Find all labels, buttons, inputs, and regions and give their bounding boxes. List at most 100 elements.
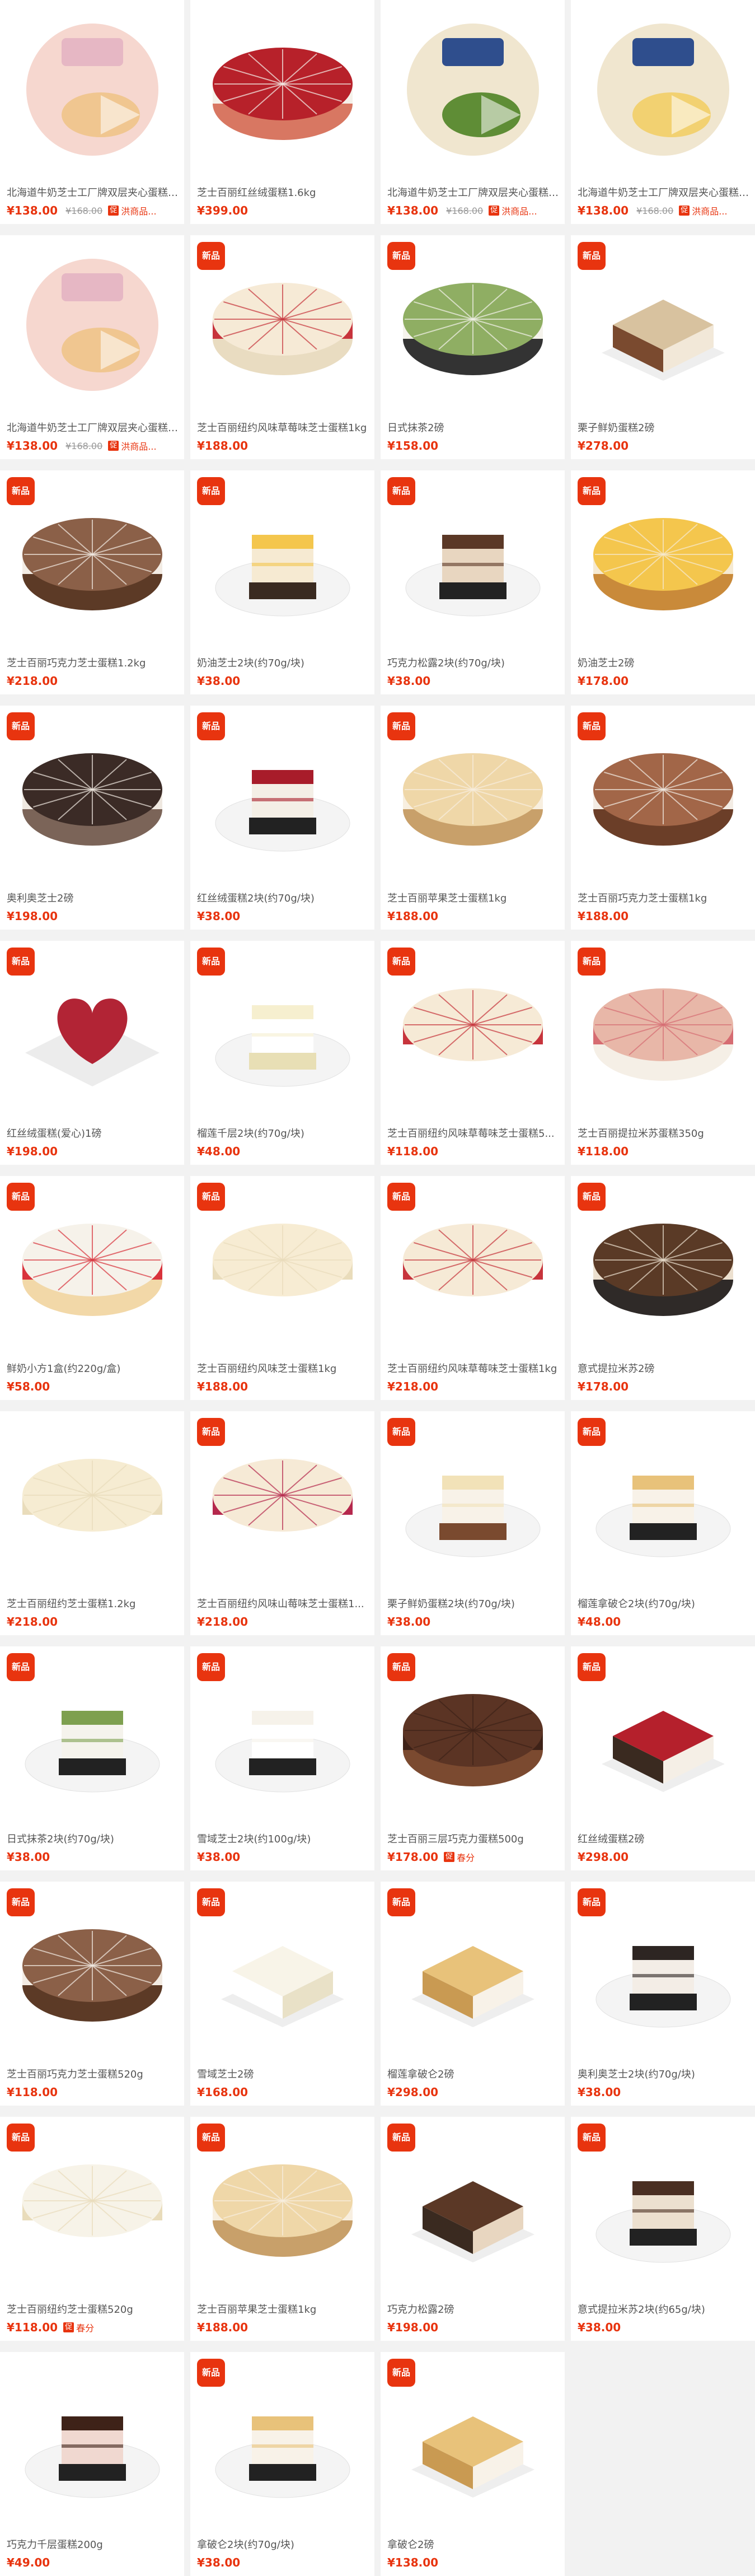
product-card[interactable]: 新品 芝士百丽纽约风味草莓味芝士蛋糕5... ¥118.00 xyxy=(381,941,565,1165)
product-title[interactable]: 雪域芝士2块(约100g/块) xyxy=(197,1831,369,1846)
product-title[interactable]: 雪域芝士2磅 xyxy=(197,2066,369,2081)
new-badge: 新品 xyxy=(578,477,606,505)
product-card[interactable]: 新品 榴莲千层2块(约70g/块) ¥48.00 xyxy=(190,941,374,1165)
product-title[interactable]: 芝士百丽纽约风味草莓味芝士蛋糕1kg xyxy=(387,1361,559,1375)
product-card[interactable]: 新品 巧克力松露2块(约70g/块) ¥38.00 xyxy=(381,470,565,694)
product-image[interactable] xyxy=(190,0,374,179)
product-card[interactable]: 新品 日式抹茶2磅 ¥158.00 xyxy=(381,235,565,459)
product-card[interactable]: 北海道牛奶芝士工厂牌双层夹心蛋糕1kg ¥138.00 ¥168.00 促洪商品... xyxy=(571,0,755,224)
product-title[interactable]: 日式抹茶2块(约70g/块) xyxy=(7,1831,179,1846)
product-title[interactable]: 拿破仑2磅 xyxy=(387,2537,559,2551)
product-card[interactable]: 新品 意式提拉米苏2磅 ¥178.00 xyxy=(571,1176,755,1400)
product-title[interactable]: 奥利奥芝士2磅 xyxy=(7,890,179,905)
product-image[interactable] xyxy=(0,1411,184,1590)
product-card[interactable]: 新品 榴莲拿破仑2块(约70g/块) ¥48.00 xyxy=(571,1411,755,1635)
promo-text: 洪商品... xyxy=(692,206,728,217)
product-card[interactable]: 新品 榴莲拿破仑2磅 ¥298.00 xyxy=(381,1882,565,2106)
product-title[interactable]: 意式提拉米苏2块(约65g/块) xyxy=(578,2302,749,2316)
product-card[interactable]: 新品 巧克力松露2磅 ¥198.00 xyxy=(381,2117,565,2341)
product-title[interactable]: 红丝绒蛋糕2磅 xyxy=(578,1831,749,1846)
product-card[interactable]: 北海道牛奶芝士工厂牌双层夹心蛋糕1kg ¥138.00 ¥168.00 促洪商品... xyxy=(0,0,184,224)
product-title[interactable]: 芝士百丽巧克力芝士蛋糕520g xyxy=(7,2066,179,2081)
new-badge: 新品 xyxy=(387,242,415,270)
product-card[interactable]: 新品 芝士百丽三层巧克力蛋糕500g ¥178.00 促春分 xyxy=(381,1646,565,1870)
product-price: ¥38.00 xyxy=(387,674,431,688)
product-card[interactable]: 新品 拿破仑2块(约70g/块) ¥38.00 xyxy=(190,2352,374,2576)
product-title[interactable]: 奶油芝士2磅 xyxy=(578,655,749,670)
product-title[interactable]: 芝士百丽纽约风味山莓味芝士蛋糕1... xyxy=(197,1596,369,1611)
product-title[interactable]: 日式抹茶2磅 xyxy=(387,420,559,435)
product-card[interactable]: 芝士百丽红丝绒蛋糕1.6kg ¥399.00 xyxy=(190,0,374,224)
product-image[interactable] xyxy=(0,0,184,179)
product-card[interactable]: 北海道牛奶芝士工厂牌双层夹心蛋糕1kg ¥138.00 ¥168.00 促洪商品... xyxy=(0,235,184,459)
product-title[interactable]: 巧克力松露2磅 xyxy=(387,2302,559,2316)
product-title[interactable]: 榴莲拿破仑2磅 xyxy=(387,2066,559,2081)
product-card[interactable]: 新品 奶油芝士2块(约70g/块) ¥38.00 xyxy=(190,470,374,694)
product-title[interactable]: 巧克力松露2块(约70g/块) xyxy=(387,655,559,670)
product-card[interactable]: 新品 鲜奶小方1盒(约220g/盒) ¥58.00 xyxy=(0,1176,184,1400)
product-title[interactable]: 奥利奥芝士2块(约70g/块) xyxy=(578,2066,749,2081)
product-title[interactable]: 芝士百丽苹果芝士蛋糕1kg xyxy=(387,890,559,905)
product-card[interactable]: 新品 栗子鲜奶蛋糕2磅 ¥278.00 xyxy=(571,235,755,459)
product-title[interactable]: 鲜奶小方1盒(约220g/盒) xyxy=(7,1361,179,1375)
product-card[interactable]: 新品 芝士百丽纽约风味草莓味芝士蛋糕1kg ¥188.00 xyxy=(190,235,374,459)
product-card[interactable]: 新品 日式抹茶2块(约70g/块) ¥38.00 xyxy=(0,1646,184,1870)
product-title[interactable]: 栗子鲜奶蛋糕2块(约70g/块) xyxy=(387,1596,559,1611)
product-card[interactable]: 北海道牛奶芝士工厂牌双层夹心蛋糕1kg ¥138.00 ¥168.00 促洪商品... xyxy=(381,0,565,224)
product-title[interactable]: 芝士百丽红丝绒蛋糕1.6kg xyxy=(197,185,369,199)
product-card[interactable]: 巧克力千层蛋糕200g ¥49.00 xyxy=(0,2352,184,2576)
product-card[interactable]: 新品 芝士百丽巧克力芝士蛋糕1.2kg ¥218.00 xyxy=(0,470,184,694)
product-card[interactable]: 新品 芝士百丽巧克力芝士蛋糕520g ¥118.00 xyxy=(0,1882,184,2106)
product-title[interactable]: 巧克力千层蛋糕200g xyxy=(7,2537,179,2551)
product-card[interactable]: 新品 芝士百丽提拉米苏蛋糕350g ¥118.00 xyxy=(571,941,755,1165)
product-title[interactable]: 芝士百丽纽约芝士蛋糕1.2kg xyxy=(7,1596,179,1611)
product-card[interactable]: 芝士百丽纽约芝士蛋糕1.2kg ¥218.00 xyxy=(0,1411,184,1635)
product-title[interactable]: 北海道牛奶芝士工厂牌双层夹心蛋糕1kg xyxy=(7,185,179,199)
product-card[interactable]: 新品 芝士百丽纽约风味草莓味芝士蛋糕1kg ¥218.00 xyxy=(381,1176,565,1400)
product-title[interactable]: 榴莲千层2块(约70g/块) xyxy=(197,1126,369,1140)
product-title[interactable]: 榴莲拿破仑2块(约70g/块) xyxy=(578,1596,749,1611)
product-image[interactable] xyxy=(571,0,755,179)
product-card[interactable]: 新品 芝士百丽苹果芝士蛋糕1kg ¥188.00 xyxy=(381,706,565,930)
product-card[interactable]: 新品 红丝绒蛋糕2块(约70g/块) ¥38.00 xyxy=(190,706,374,930)
product-image[interactable] xyxy=(0,235,184,414)
product-card[interactable]: 新品 栗子鲜奶蛋糕2块(约70g/块) ¥38.00 xyxy=(381,1411,565,1635)
product-card[interactable]: 新品 雪域芝士2磅 ¥168.00 xyxy=(190,1882,374,2106)
product-card[interactable]: 新品 奥利奥芝士2块(约70g/块) ¥38.00 xyxy=(571,1882,755,2106)
product-title[interactable]: 奶油芝士2块(约70g/块) xyxy=(197,655,369,670)
product-title[interactable]: 芝士百丽纽约风味草莓味芝士蛋糕1kg xyxy=(197,420,369,435)
product-title[interactable]: 意式提拉米苏2磅 xyxy=(578,1361,749,1375)
product-title[interactable]: 栗子鲜奶蛋糕2磅 xyxy=(578,420,749,435)
product-title[interactable]: 拿破仑2块(约70g/块) xyxy=(197,2537,369,2551)
product-card[interactable]: 新品 拿破仑2磅 ¥138.00 xyxy=(381,2352,565,2576)
product-card[interactable]: 新品 红丝绒蛋糕2磅 ¥298.00 xyxy=(571,1646,755,1870)
product-title[interactable]: 芝士百丽巧克力芝士蛋糕1kg xyxy=(578,890,749,905)
product-title[interactable]: 北海道牛奶芝士工厂牌双层夹心蛋糕1kg xyxy=(387,185,559,199)
product-title[interactable]: 芝士百丽纽约芝士蛋糕520g xyxy=(7,2302,179,2316)
plain-cheesecake-icon xyxy=(22,1459,162,1551)
product-image[interactable] xyxy=(0,2352,184,2531)
product-title[interactable]: 红丝绒蛋糕2块(约70g/块) xyxy=(197,890,369,905)
product-card[interactable]: 新品 雪域芝士2块(约100g/块) ¥38.00 xyxy=(190,1646,374,1870)
price-row: ¥38.00 xyxy=(197,2555,370,2570)
product-image[interactable] xyxy=(381,0,565,179)
product-title[interactable]: 芝士百丽纽约风味芝士蛋糕1kg xyxy=(197,1361,369,1375)
product-card[interactable]: 新品 红丝绒蛋糕(爱心)1磅 ¥198.00 xyxy=(0,941,184,1165)
product-title[interactable]: 北海道牛奶芝士工厂牌双层夹心蛋糕1kg xyxy=(7,420,179,435)
product-card[interactable]: 新品 芝士百丽纽约风味山莓味芝士蛋糕1... ¥218.00 xyxy=(190,1411,374,1635)
product-card[interactable]: 新品 奥利奥芝士2磅 ¥198.00 xyxy=(0,706,184,930)
product-title[interactable]: 芝士百丽纽约风味草莓味芝士蛋糕5... xyxy=(387,1126,559,1140)
product-title[interactable]: 芝士百丽巧克力芝士蛋糕1.2kg xyxy=(7,655,179,670)
product-card[interactable]: 新品 芝士百丽巧克力芝士蛋糕1kg ¥188.00 xyxy=(571,706,755,930)
product-card[interactable]: 新品 奶油芝士2磅 ¥178.00 xyxy=(571,470,755,694)
product-card[interactable]: 新品 芝士百丽纽约芝士蛋糕520g ¥118.00 促春分 xyxy=(0,2117,184,2341)
product-card[interactable]: 新品 芝士百丽苹果芝士蛋糕1kg ¥188.00 xyxy=(190,2117,374,2341)
product-price: ¥218.00 xyxy=(7,1615,58,1628)
product-title[interactable]: 芝士百丽提拉米苏蛋糕350g xyxy=(578,1126,749,1140)
product-title[interactable]: 芝士百丽苹果芝士蛋糕1kg xyxy=(197,2302,369,2316)
product-title[interactable]: 红丝绒蛋糕(爱心)1磅 xyxy=(7,1126,179,1140)
product-card[interactable]: 新品 意式提拉米苏2块(约65g/块) ¥38.00 xyxy=(571,2117,755,2341)
product-card[interactable]: 新品 芝士百丽纽约风味芝士蛋糕1kg ¥188.00 xyxy=(190,1176,374,1400)
product-title[interactable]: 芝士百丽三层巧克力蛋糕500g xyxy=(387,1831,559,1846)
product-title[interactable]: 北海道牛奶芝士工厂牌双层夹心蛋糕1kg xyxy=(578,185,749,199)
